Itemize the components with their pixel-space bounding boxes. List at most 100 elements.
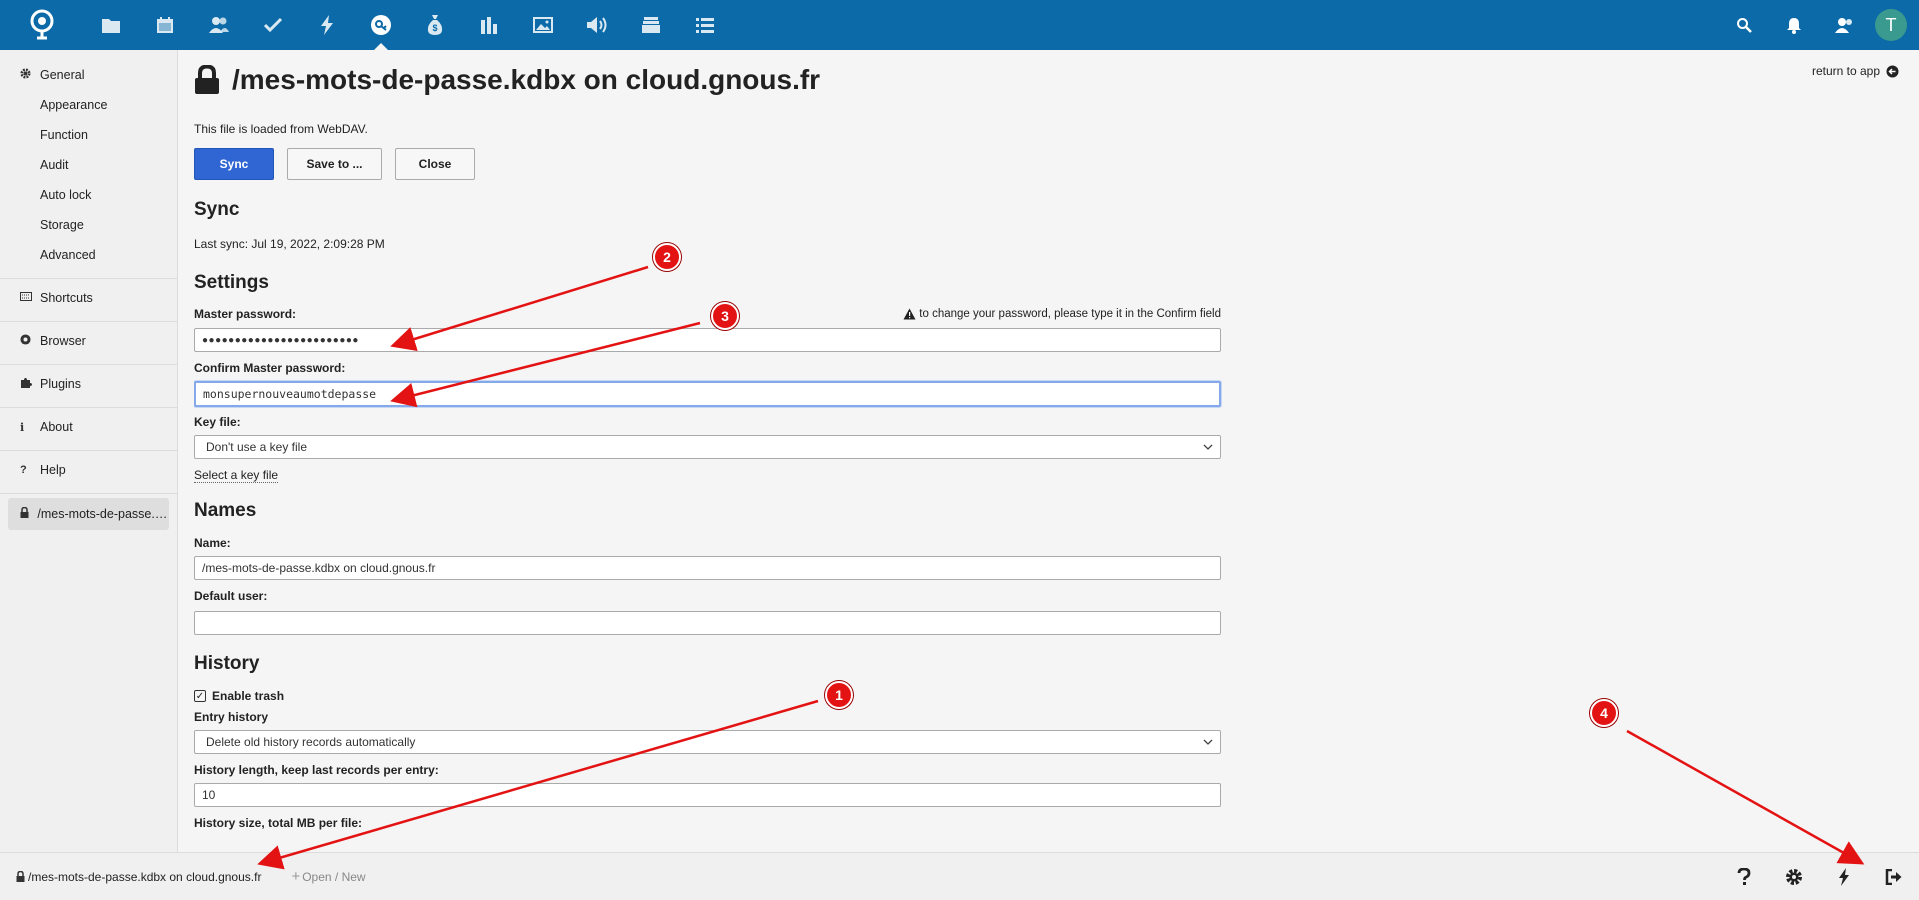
master-password-input[interactable]: ●●●●●●●●●●●●●●●●●●●●●●●● bbox=[194, 328, 1221, 352]
app-activity[interactable] bbox=[300, 0, 354, 50]
plus-icon: + bbox=[291, 868, 301, 885]
sidebar-item-advanced[interactable]: Advanced bbox=[0, 240, 177, 270]
lock-icon bbox=[20, 506, 37, 521]
confirm-password-label: Confirm Master password: bbox=[194, 361, 346, 375]
gear-icon bbox=[20, 68, 40, 82]
app-deck[interactable] bbox=[624, 0, 678, 50]
puzzle-icon bbox=[20, 377, 40, 392]
logo-icon bbox=[30, 9, 54, 40]
sync-button[interactable]: Sync bbox=[194, 148, 274, 180]
sidebar-divider bbox=[0, 321, 177, 322]
sidebar-item-function[interactable]: Function bbox=[0, 120, 177, 150]
generator-button[interactable] bbox=[1819, 853, 1869, 900]
top-bar: $ T bbox=[0, 0, 1919, 50]
sidebar-item-auto-lock[interactable]: Auto lock bbox=[0, 180, 177, 210]
history-length-label: History length, keep last records per en… bbox=[194, 763, 439, 777]
sidebar-item-about[interactable]: i About bbox=[0, 412, 177, 442]
name-label: Name: bbox=[194, 536, 231, 550]
settings-button[interactable] bbox=[1769, 853, 1819, 900]
sidebar-item-general[interactable]: General bbox=[0, 60, 177, 90]
default-user-label: Default user: bbox=[194, 589, 268, 603]
sidebar-item-label: Browser bbox=[40, 334, 86, 348]
history-size-label: History size, total MB per file: bbox=[194, 816, 363, 830]
app-menu: $ bbox=[84, 0, 732, 50]
sidebar-item-label: General bbox=[40, 68, 85, 82]
contacts-menu-button[interactable] bbox=[1819, 0, 1869, 50]
annotation-marker-4: 4 bbox=[1590, 699, 1618, 727]
audio-icon bbox=[587, 17, 607, 33]
analytics-icon bbox=[481, 17, 497, 34]
open-new-label: Open / New bbox=[302, 869, 366, 884]
notifications-button[interactable] bbox=[1769, 0, 1819, 50]
name-input[interactable]: /mes-mots-de-passe.kdbx on cloud.gnous.f… bbox=[194, 556, 1221, 580]
money-icon: $ bbox=[427, 15, 443, 35]
entry-history-select[interactable]: Delete old history records automatically bbox=[194, 730, 1221, 754]
confirm-password-input[interactable]: monsupernouveaumotdepasse bbox=[194, 381, 1221, 407]
sidebar-divider bbox=[0, 450, 177, 451]
activity-icon bbox=[321, 15, 333, 35]
sidebar-item-help[interactable]: ? Help bbox=[0, 455, 177, 485]
app-tasks[interactable] bbox=[246, 0, 300, 50]
file-actions: Sync Save to ... Close bbox=[194, 148, 1224, 180]
files-icon bbox=[102, 19, 120, 33]
annotation-marker-1: 1 bbox=[825, 681, 853, 709]
question-icon: ? bbox=[20, 464, 27, 476]
svg-text:$: $ bbox=[432, 23, 437, 33]
sidebar-item-storage[interactable]: Storage bbox=[0, 210, 177, 240]
photos-icon bbox=[533, 17, 553, 33]
contacts-icon bbox=[209, 17, 229, 33]
sidebar-divider bbox=[0, 493, 177, 494]
app-audio[interactable] bbox=[570, 0, 624, 50]
chevron-down-icon bbox=[1203, 444, 1213, 450]
app-analytics[interactable] bbox=[462, 0, 516, 50]
close-button[interactable]: Close bbox=[395, 148, 475, 180]
open-new-button[interactable]: + Open / New bbox=[291, 868, 365, 885]
app-money[interactable]: $ bbox=[408, 0, 462, 50]
help-button[interactable] bbox=[1719, 853, 1769, 900]
lock-workspace-button[interactable] bbox=[1869, 853, 1919, 900]
enable-trash-label: Enable trash bbox=[212, 689, 285, 703]
question-icon bbox=[1737, 868, 1751, 885]
names-heading: Names bbox=[194, 500, 257, 521]
default-user-input[interactable] bbox=[194, 611, 1221, 635]
app-photos[interactable] bbox=[516, 0, 570, 50]
sidebar-item-label: Plugins bbox=[40, 377, 81, 391]
lock-icon bbox=[16, 871, 25, 882]
select-key-file-link[interactable]: Select a key file bbox=[194, 468, 279, 483]
app-calendar[interactable] bbox=[138, 0, 192, 50]
app-files[interactable] bbox=[84, 0, 138, 50]
key-file-value: Don't use a key file bbox=[206, 440, 308, 454]
sidebar-item-appearance[interactable]: Appearance bbox=[0, 90, 177, 120]
change-password-hint-text: to change your password, please type it … bbox=[919, 308, 1221, 320]
sidebar-item-plugins[interactable]: Plugins bbox=[0, 369, 177, 399]
app-keeweb[interactable] bbox=[354, 0, 408, 50]
sidebar-item-browser[interactable]: Browser bbox=[0, 326, 177, 356]
keyboard-icon bbox=[20, 292, 40, 304]
footer-open-file[interactable]: /mes-mots-de-passe.kdbx on cloud.gnous.f… bbox=[0, 870, 261, 884]
sidebar-item-file[interactable]: /mes-mots-de-passe.kdbx on cloud.gnous.f… bbox=[8, 498, 169, 530]
app-contacts[interactable] bbox=[192, 0, 246, 50]
chevron-down-icon bbox=[1203, 739, 1213, 745]
return-to-app-link[interactable]: return to app bbox=[1812, 64, 1899, 78]
annotation-marker-2: 2 bbox=[653, 243, 681, 271]
arrow-4 bbox=[1626, 729, 1865, 865]
nextcloud-logo[interactable] bbox=[0, 0, 84, 50]
sidebar-divider bbox=[0, 407, 177, 408]
enable-trash-checkbox[interactable]: ✓ bbox=[194, 690, 206, 702]
settings-heading: Settings bbox=[194, 272, 269, 293]
footer-actions bbox=[1719, 853, 1919, 900]
user-avatar[interactable]: T bbox=[1875, 9, 1907, 41]
tasks-icon bbox=[264, 17, 282, 33]
key-file-select[interactable]: Don't use a key file bbox=[194, 435, 1221, 459]
history-length-input[interactable]: 10 bbox=[194, 783, 1221, 807]
sidebar-item-label: Help bbox=[40, 463, 66, 477]
entry-history-value: Delete old history records automatically bbox=[206, 735, 416, 749]
sign-out-icon bbox=[1885, 869, 1902, 885]
app-list[interactable] bbox=[678, 0, 732, 50]
page-title: /mes-mots-de-passe.kdbx on cloud.gnous.f… bbox=[232, 64, 821, 95]
save-to-button[interactable]: Save to ... bbox=[287, 148, 382, 180]
search-button[interactable] bbox=[1719, 0, 1769, 50]
bell-icon bbox=[1787, 17, 1801, 34]
sidebar-item-audit[interactable]: Audit bbox=[0, 150, 177, 180]
sidebar-item-shortcuts[interactable]: Shortcuts bbox=[0, 283, 177, 313]
